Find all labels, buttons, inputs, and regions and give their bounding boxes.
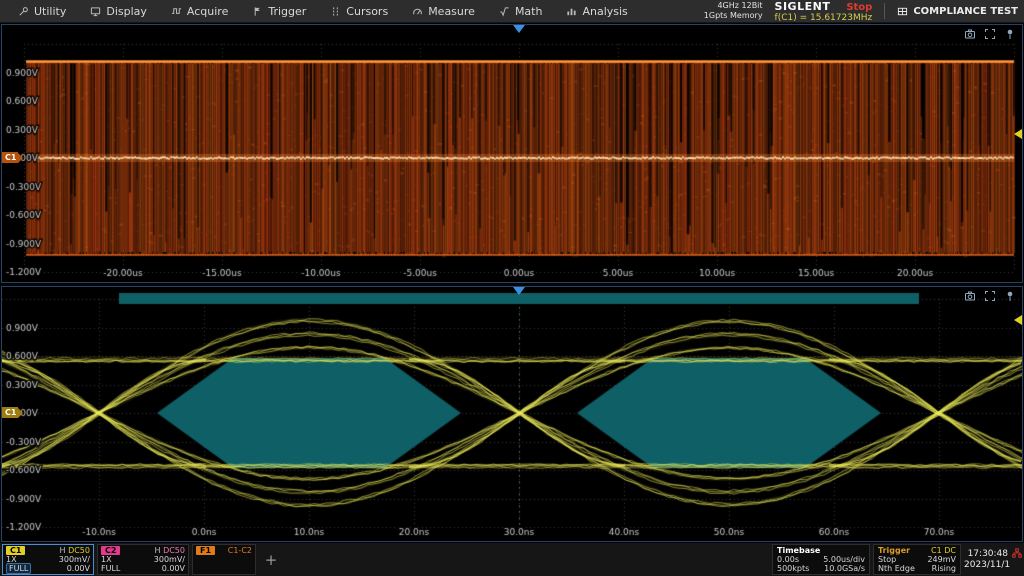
trigger-slope: Rising bbox=[932, 564, 956, 573]
menu-label: Acquire bbox=[187, 5, 228, 18]
camera-icon[interactable] bbox=[964, 290, 976, 302]
menu-item-display[interactable]: Display bbox=[78, 0, 159, 22]
cursors-icon bbox=[330, 6, 341, 17]
trigger-position-marker[interactable] bbox=[513, 25, 525, 33]
trigger-source: C1 DC bbox=[931, 546, 956, 555]
compliance-test-label: COMPLIANCE TEST bbox=[913, 6, 1018, 17]
oscilloscope-screen: Utility Display Acquire Trigger Cursors … bbox=[0, 0, 1024, 576]
waveform-panel: C1 bbox=[1, 24, 1023, 283]
bandwidth-label: 4GHz 12Bit bbox=[704, 1, 763, 11]
clock-time: 17:30:48 bbox=[964, 549, 1008, 559]
frequency-readout: f(C1) = 15.61723MHz bbox=[775, 13, 873, 23]
clock-box[interactable]: 17:30:48 2023/11/1 bbox=[964, 544, 1022, 575]
gauge-icon bbox=[412, 6, 423, 17]
menu-item-math[interactable]: Math bbox=[487, 0, 555, 22]
c1-level-marker[interactable]: C1 bbox=[2, 407, 18, 418]
status-bar: C1 H DC50 1X 300mV/ FULL 0.00V C2 H DC50… bbox=[0, 543, 1024, 576]
trigger-box[interactable]: Trigger C1 DC Stop 249mV Nth Edge Rising bbox=[873, 544, 961, 575]
waveform-display[interactable] bbox=[2, 25, 1022, 282]
menu-label: Measure bbox=[428, 5, 475, 18]
expand-icon[interactable] bbox=[984, 290, 996, 302]
network-status-icon bbox=[1012, 548, 1022, 558]
menu-bar: Utility Display Acquire Trigger Cursors … bbox=[0, 0, 1024, 23]
menu-item-utility[interactable]: Utility bbox=[6, 0, 78, 22]
f1-chip: F1 bbox=[196, 546, 215, 555]
trigger-level-marker[interactable] bbox=[1014, 129, 1022, 139]
c2-scale: 300mV/ bbox=[154, 555, 185, 564]
acquisition-info: 4GHz 12Bit 1Gpts Memory bbox=[704, 1, 763, 21]
menu-label: Math bbox=[515, 5, 543, 18]
sqrt-icon bbox=[499, 6, 510, 17]
c2-offset: 0.00V bbox=[162, 564, 185, 573]
trigger-level-marker[interactable] bbox=[1014, 315, 1022, 325]
c2-probe: 1X bbox=[101, 555, 112, 564]
c1-scale: 300mV/ bbox=[59, 555, 90, 564]
timebase-points: 500kpts bbox=[777, 564, 809, 573]
menu-item-acquire[interactable]: Acquire bbox=[159, 0, 240, 22]
f1-expression: C1-C2 bbox=[228, 546, 252, 555]
c1-coupling: H bbox=[60, 546, 66, 555]
pin-icon[interactable] bbox=[1004, 28, 1016, 40]
channel-box-c2[interactable]: C2 H DC50 1X 300mV/ FULL 0.00V bbox=[97, 544, 189, 575]
trigger-type: Nth Edge bbox=[878, 564, 915, 573]
statusbar-spacer bbox=[286, 544, 769, 575]
trigger-level: 249mV bbox=[927, 555, 956, 564]
bars-icon bbox=[566, 6, 577, 17]
brand-block: SIGLENT Stop f(C1) = 15.61723MHz bbox=[775, 0, 873, 23]
c2-impedance: DC50 bbox=[163, 546, 185, 555]
square-wave-icon bbox=[171, 6, 182, 17]
timebase-delay: 0.00s bbox=[777, 555, 799, 564]
menu-label: Utility bbox=[34, 5, 66, 18]
add-channel-button[interactable]: + bbox=[259, 544, 283, 575]
c1-impedance: DC50 bbox=[68, 546, 90, 555]
trigger-position-marker[interactable] bbox=[513, 287, 525, 295]
c2-bandwidth: FULL bbox=[101, 564, 120, 573]
window-grid-icon bbox=[897, 6, 908, 17]
c1-offset: 0.00V bbox=[67, 564, 90, 573]
menu-right-cluster: 4GHz 12Bit 1Gpts Memory SIGLENT Stop f(C… bbox=[704, 0, 1018, 23]
divider bbox=[884, 3, 885, 19]
compliance-test-button[interactable]: COMPLIANCE TEST bbox=[897, 6, 1018, 17]
c2-coupling: H bbox=[155, 546, 161, 555]
menu-item-measure[interactable]: Measure bbox=[400, 0, 487, 22]
timebase-samplerate: 10.0GSa/s bbox=[824, 564, 865, 573]
function-box-f1[interactable]: F1 C1-C2 bbox=[192, 544, 256, 575]
eye-diagram-panel: C1 bbox=[1, 286, 1023, 542]
menu-label: Trigger bbox=[268, 5, 306, 18]
expand-icon[interactable] bbox=[984, 28, 996, 40]
monitor-icon bbox=[90, 6, 101, 17]
timebase-title: Timebase bbox=[777, 546, 820, 555]
camera-icon[interactable] bbox=[964, 28, 976, 40]
clock-date: 2023/11/1 bbox=[964, 560, 1008, 570]
eye-diagram-display[interactable] bbox=[2, 287, 1022, 541]
brand-logo: SIGLENT bbox=[775, 0, 831, 13]
menu-label: Cursors bbox=[346, 5, 388, 18]
c2-chip: C2 bbox=[101, 546, 120, 555]
c1-level-marker[interactable]: C1 bbox=[2, 152, 18, 163]
timebase-box[interactable]: Timebase 0.00s 5.00us/div 500kpts 10.0GS… bbox=[772, 544, 870, 575]
timebase-scale: 5.00us/div bbox=[823, 555, 865, 564]
menu-label: Analysis bbox=[582, 5, 627, 18]
c1-chip: C1 bbox=[6, 546, 25, 555]
flag-icon bbox=[252, 6, 263, 17]
channel-box-c1[interactable]: C1 H DC50 1X 300mV/ FULL 0.00V bbox=[2, 544, 94, 575]
menu-item-cursors[interactable]: Cursors bbox=[318, 0, 400, 22]
memory-label: 1Gpts Memory bbox=[704, 11, 763, 21]
run-state-badge[interactable]: Stop bbox=[846, 2, 872, 13]
menu-item-analysis[interactable]: Analysis bbox=[554, 0, 639, 22]
trigger-state: Stop bbox=[878, 555, 896, 564]
pin-icon[interactable] bbox=[1004, 290, 1016, 302]
menu-item-trigger[interactable]: Trigger bbox=[240, 0, 318, 22]
c1-bandwidth: FULL bbox=[6, 563, 31, 574]
menu-label: Display bbox=[106, 5, 147, 18]
wrench-icon bbox=[18, 6, 29, 17]
trigger-title: Trigger bbox=[878, 546, 910, 555]
